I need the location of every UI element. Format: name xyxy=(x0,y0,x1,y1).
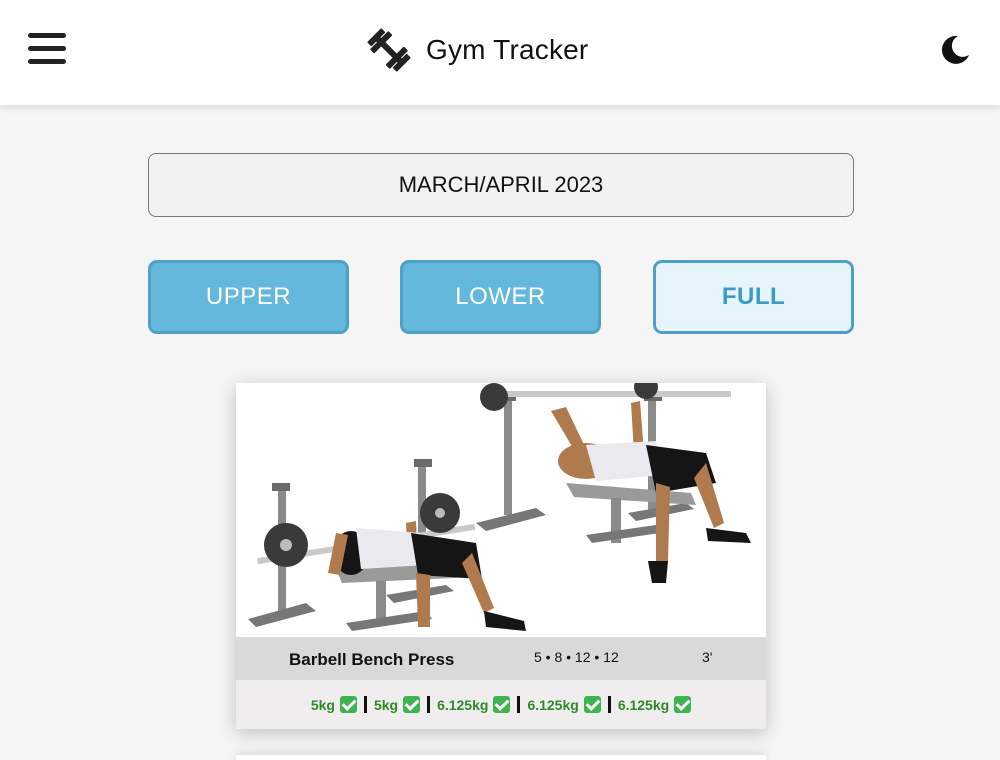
exercise-name: Barbell Bench Press xyxy=(289,650,455,669)
check-icon xyxy=(339,696,357,713)
set-weight: 6.125kg xyxy=(617,696,670,713)
set-weight: 6.125kg xyxy=(527,696,579,713)
set-entry[interactable]: 6.125kg xyxy=(617,696,692,713)
app-brand: Gym Tracker xyxy=(366,27,588,73)
set-log: 5kg 5kg 6.125kg 6.125kg 6.125kg xyxy=(236,680,766,729)
set-entry[interactable]: 5kg xyxy=(373,696,421,713)
app-title: Gym Tracker xyxy=(426,34,589,65)
moon-icon[interactable] xyxy=(938,33,972,67)
set-weight: 6.125kg xyxy=(437,696,489,713)
dumbbell-icon xyxy=(367,28,411,72)
set-divider xyxy=(517,696,521,713)
set-divider xyxy=(607,696,611,713)
next-exercise-card[interactable] xyxy=(236,755,766,760)
exercise-image xyxy=(236,383,766,637)
set-entry[interactable]: 5kg xyxy=(311,696,357,713)
exercise-meta: Barbell Bench Press 5 • 8 • 12 • 12 3' xyxy=(236,637,766,680)
set-entry[interactable]: 6.125kg xyxy=(437,696,511,713)
check-icon xyxy=(493,696,511,713)
tab-upper-label: UPPER xyxy=(205,283,292,310)
set-weight: 5kg xyxy=(310,696,335,713)
tab-lower-label: LOWER xyxy=(455,283,546,310)
exercise-rest: 3' xyxy=(702,649,713,665)
bench-press-illustration xyxy=(248,383,751,631)
set-weight: 5kg xyxy=(373,696,399,713)
period-selector[interactable]: MARCH/APRIL 2023 xyxy=(148,153,854,217)
period-label: MARCH/APRIL 2023 xyxy=(398,172,604,197)
tab-upper[interactable]: UPPER xyxy=(148,260,349,334)
hamburger-menu-icon[interactable] xyxy=(28,33,66,65)
exercise-reps: 5 • 8 • 12 • 12 xyxy=(534,649,619,665)
set-entry[interactable]: 6.125kg xyxy=(527,696,601,713)
set-divider xyxy=(363,696,367,713)
check-icon xyxy=(403,696,421,713)
set-divider xyxy=(427,696,431,713)
tab-full-label: FULL xyxy=(721,283,786,310)
exercise-card[interactable]: Barbell Bench Press 5 • 8 • 12 • 12 3' 5… xyxy=(236,383,766,729)
tab-lower[interactable]: LOWER xyxy=(400,260,601,334)
check-icon xyxy=(674,696,692,713)
tab-full[interactable]: FULL xyxy=(653,260,854,334)
check-icon xyxy=(583,696,601,713)
app-header: Gym Tracker xyxy=(0,0,1000,105)
